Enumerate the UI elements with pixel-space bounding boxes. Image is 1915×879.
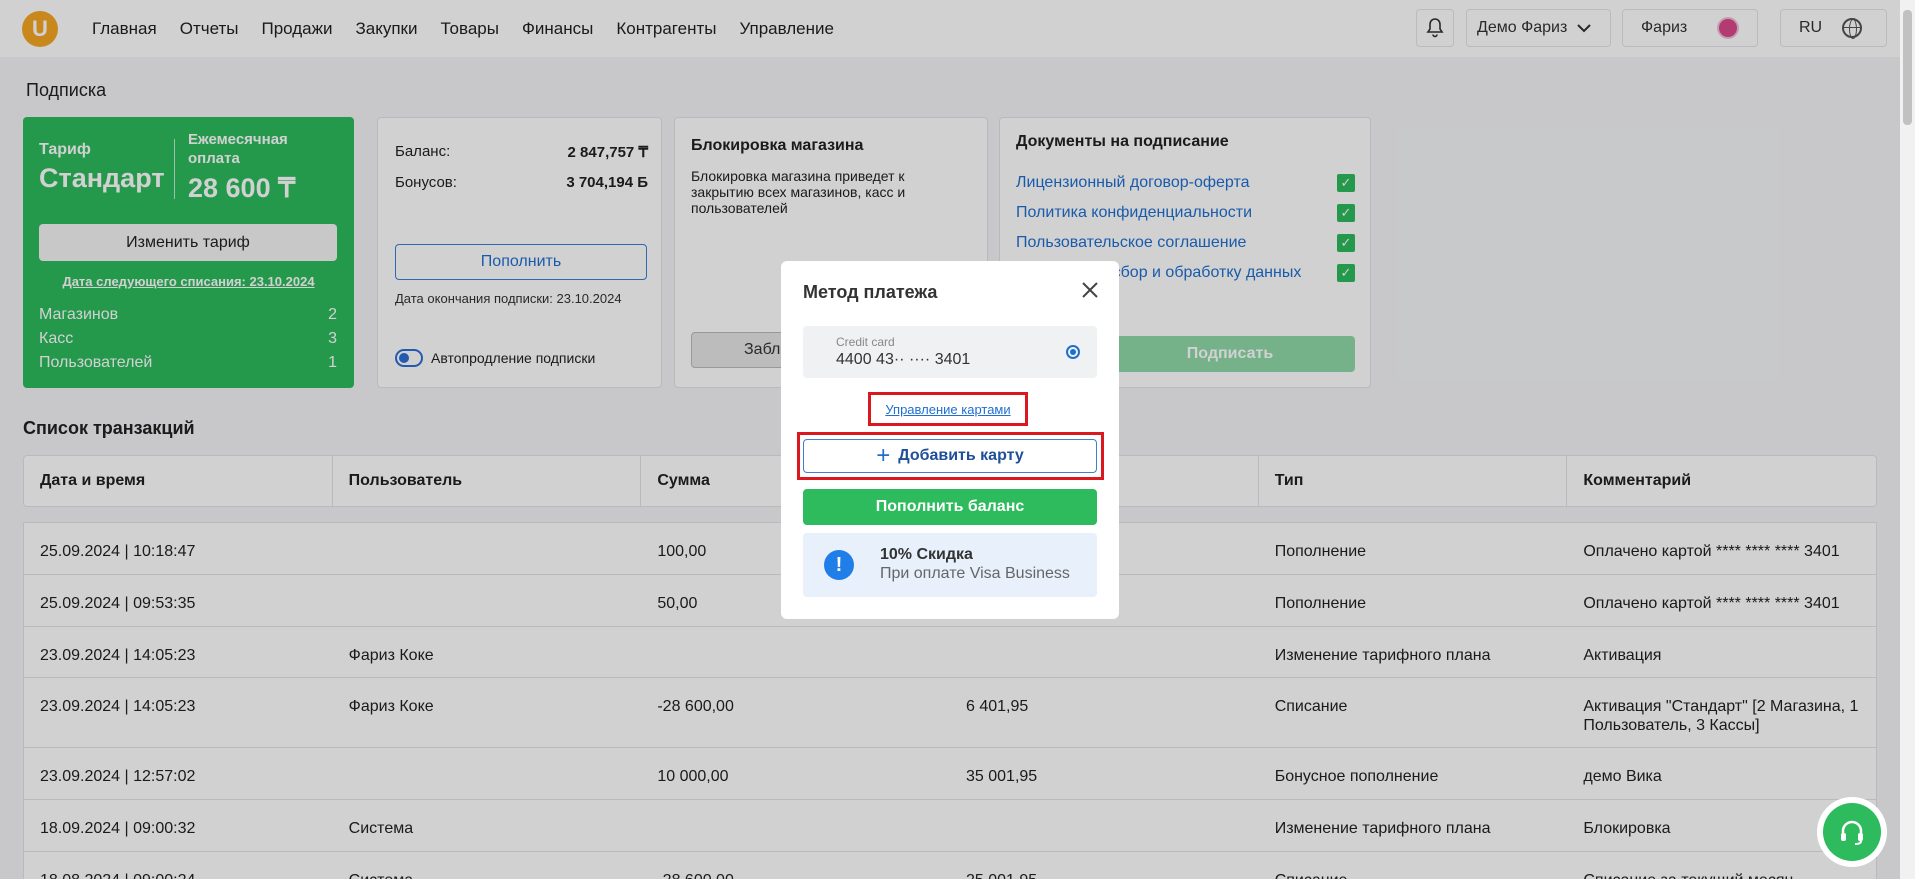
- plus-icon: +: [876, 442, 891, 469]
- manage-cards-link[interactable]: Управление картами: [868, 392, 1028, 426]
- topup-balance-button[interactable]: Пополнить баланс: [803, 489, 1097, 525]
- promo-title: 10% Скидка: [880, 546, 973, 563]
- add-card-label: Добавить карту: [898, 447, 1024, 464]
- promo-text: При оплате Visa Business: [880, 565, 1070, 582]
- payment-method-modal: Метод платежа Credit card 4400 43·· ····…: [781, 261, 1119, 619]
- close-x-glyph: [1082, 282, 1098, 298]
- page-scrollbar[interactable]: [1900, 0, 1915, 879]
- headset-icon: [1823, 803, 1881, 861]
- add-card-highlight: + Добавить карту: [797, 432, 1104, 480]
- saved-card-option[interactable]: Credit card 4400 43·· ···· 3401: [803, 326, 1097, 378]
- modal-title: Метод платежа: [803, 282, 938, 302]
- card-radio[interactable]: [1066, 345, 1080, 359]
- headset-glyph: [1841, 820, 1863, 845]
- support-chat-button[interactable]: [1817, 797, 1887, 867]
- add-card-button[interactable]: + Добавить карту: [803, 439, 1097, 473]
- card-number: 4400 43·· ···· 3401: [836, 351, 971, 368]
- card-type-label: Credit card: [836, 335, 895, 349]
- close-icon[interactable]: [1079, 281, 1101, 303]
- info-exclamation-icon: !: [824, 550, 854, 580]
- scrollbar-thumb[interactable]: [1903, 10, 1912, 125]
- promo-banner: ! 10% Скидка При оплате Visa Business: [803, 533, 1097, 597]
